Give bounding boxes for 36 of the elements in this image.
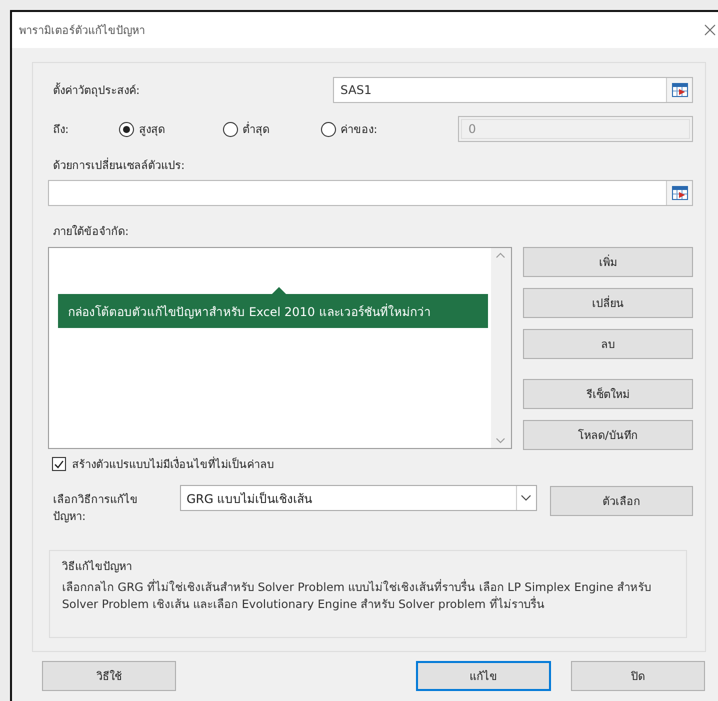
- constraints-list[interactable]: กล่องโต้ตอบตัวแก้ไขปัญหาสำหรับ Excel 2010 และเวอร์ชันที่ใหม่กว่า: [48, 247, 512, 449]
- constraint-button[interactable]: ลบ: [522, 329, 693, 359]
- constraint-button[interactable]: เปลี่ยน: [522, 288, 693, 318]
- radio-option[interactable]: ค่าของ:: [320, 120, 458, 138]
- method-label: เลือกวิธีการแก้ไขปัญหา:: [53, 492, 139, 525]
- options-button[interactable]: ตัวเลือก: [550, 486, 694, 516]
- changing-cells-label: ด้วยการเปลี่ยนเซลล์ตัวแปร:: [53, 156, 186, 174]
- close-icon[interactable]: [704, 24, 716, 36]
- method-dropdown[interactable]: GRG แบบไม่เป็นเชิงเส้น: [180, 485, 537, 511]
- tooltip-pointer-icon: [272, 287, 286, 294]
- objective-label: ตั้งค่าวัตถุประสงค์:: [53, 82, 141, 99]
- scrollbar[interactable]: [490, 248, 511, 448]
- checkbox[interactable]: [52, 457, 66, 471]
- scroll-down-icon[interactable]: [496, 438, 506, 444]
- changing-cells-field[interactable]: [48, 180, 693, 206]
- description-title: วิธีแก้ไขปัญหา: [62, 559, 133, 575]
- dialog-button[interactable]: วิธีใช้: [42, 661, 176, 691]
- tooltip: กล่องโต้ตอบตัวแก้ไขปัญหาสำหรับ Excel 2010 และเวอร์ชันที่ใหม่กว่า: [58, 287, 488, 328]
- constraints-label: ภายใต้ข้อจำกัด:: [53, 224, 130, 240]
- scroll-up-icon[interactable]: [496, 252, 506, 258]
- dialog-button[interactable]: แก้ไข: [416, 661, 551, 691]
- objective-field[interactable]: SAS1: [333, 77, 693, 103]
- radio-option[interactable]: ต่ำสุด: [222, 120, 321, 138]
- radio-option[interactable]: สูงสุด: [118, 120, 223, 138]
- description-text: เลือกกลไก GRG ที่ไม่ใช่เชิงเส้นสำหรับ Solver Problem แบบไม่ใช่เชิงเส้นที่ราบรื่น เลือก LP Simplex Engine สำหรับ Solver Problem เชิงเส้น และเลือก Evolutionary Engine สำหรับ Solver problem ที่ไม่ราบรื่น: [62, 579, 652, 613]
- dialog-button[interactable]: ปิด: [570, 661, 705, 691]
- checkbox-label: สร้างตัวแปรแบบไม่มีเงื่อนไขที่ไม่เป็นค่าลบ: [72, 456, 274, 473]
- constraint-button[interactable]: เพิ่ม: [522, 247, 693, 277]
- check-icon: [54, 460, 64, 468]
- window-title: พารามิเตอร์ตัวแก้ไขปัญหา: [19, 23, 145, 39]
- constraint-button[interactable]: โหลด/บันทึก: [522, 420, 693, 450]
- dropdown-caret-icon: [521, 495, 532, 501]
- constraint-button[interactable]: รีเซ็ตใหม่: [522, 379, 693, 409]
- range-select-icon: [672, 186, 688, 200]
- to-label: ถึง:: [53, 122, 70, 138]
- range-select-icon: [672, 83, 688, 97]
